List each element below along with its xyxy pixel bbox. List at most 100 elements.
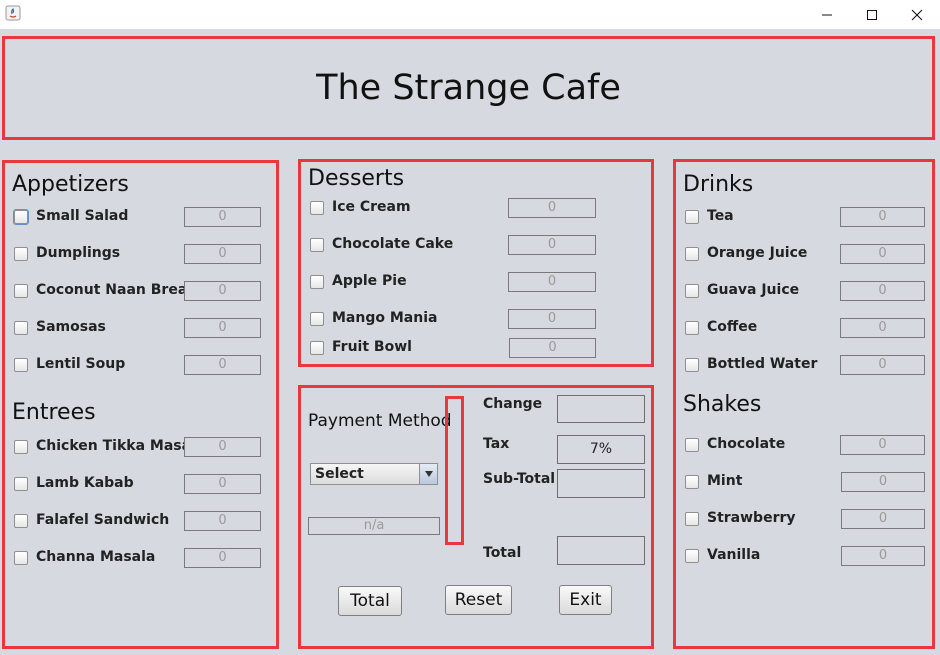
drink-row-bottled-water: Bottled Water 0 xyxy=(685,355,925,375)
apple-pie-qty[interactable]: 0 xyxy=(508,272,596,292)
tea-qty[interactable]: 0 xyxy=(840,207,925,227)
ice-cream-qty[interactable]: 0 xyxy=(508,198,596,218)
dumplings-qty[interactable]: 0 xyxy=(184,244,261,264)
window-titlebar xyxy=(0,0,940,29)
ice-cream-label: Ice Cream xyxy=(332,199,411,215)
appetizer-row-dumplings: Dumplings 0 xyxy=(14,244,262,264)
guava-juice-qty[interactable]: 0 xyxy=(840,281,925,301)
lentil-soup-qty[interactable]: 0 xyxy=(184,355,261,375)
chicken-tikka-qty[interactable]: 0 xyxy=(184,437,261,457)
change-field[interactable] xyxy=(557,395,645,423)
dropdown-arrow[interactable] xyxy=(419,464,437,484)
small-salad-checkbox[interactable] xyxy=(13,209,29,225)
coconut-naan-label: Coconut Naan Bread xyxy=(36,282,198,298)
mint-shake-label: Mint xyxy=(707,473,743,489)
dessert-row-apple-pie: Apple Pie 0 xyxy=(310,272,597,292)
lentil-soup-checkbox[interactable] xyxy=(14,358,28,372)
chocolate-cake-qty[interactable]: 0 xyxy=(508,235,596,255)
chicken-tikka-checkbox[interactable] xyxy=(14,440,28,454)
strawberry-shake-checkbox[interactable] xyxy=(685,512,699,526)
samosas-label: Samosas xyxy=(36,319,106,335)
guava-juice-checkbox[interactable] xyxy=(685,284,699,298)
appetizer-row-coconut-naan: Coconut Naan Bread 0 xyxy=(14,281,262,301)
chocolate-shake-qty[interactable]: 0 xyxy=(840,435,925,455)
chocolate-cake-label: Chocolate Cake xyxy=(332,236,454,252)
shakes-title: Shakes xyxy=(683,392,762,417)
appetizers-title: Appetizers xyxy=(12,172,129,197)
bottled-water-qty[interactable]: 0 xyxy=(840,355,925,375)
appetizer-row-samosas: Samosas 0 xyxy=(14,318,262,338)
tea-label: Tea xyxy=(707,208,734,224)
maximize-button[interactable] xyxy=(849,0,895,29)
small-salad-qty[interactable]: 0 xyxy=(184,207,261,227)
subtotal-field[interactable] xyxy=(557,469,645,498)
chevron-down-icon xyxy=(424,471,433,477)
lamb-kabab-checkbox[interactable] xyxy=(14,477,28,491)
orange-juice-checkbox[interactable] xyxy=(685,247,699,261)
dessert-row-chocolate-cake: Chocolate Cake 0 xyxy=(310,235,597,255)
tea-checkbox[interactable] xyxy=(685,210,699,224)
lamb-kabab-label: Lamb Kabab xyxy=(36,475,134,491)
reset-button[interactable]: Reset xyxy=(445,585,512,615)
dumplings-checkbox[interactable] xyxy=(14,247,28,261)
total-button[interactable]: Total xyxy=(338,586,402,616)
strawberry-shake-qty[interactable]: 0 xyxy=(841,509,925,529)
orange-juice-qty[interactable]: 0 xyxy=(840,244,925,264)
tax-label: Tax xyxy=(483,436,510,452)
apple-pie-checkbox[interactable] xyxy=(310,275,324,289)
coconut-naan-qty[interactable]: 0 xyxy=(184,281,261,301)
bottled-water-label: Bottled Water xyxy=(707,356,818,372)
falafel-checkbox[interactable] xyxy=(14,514,28,528)
drinks-title: Drinks xyxy=(683,172,754,197)
close-icon xyxy=(911,9,923,20)
close-button[interactable] xyxy=(894,0,940,29)
fruit-bowl-qty[interactable]: 0 xyxy=(509,338,596,358)
bottled-water-checkbox[interactable] xyxy=(685,358,699,372)
ice-cream-checkbox[interactable] xyxy=(310,201,324,215)
coconut-naan-checkbox[interactable] xyxy=(14,284,28,298)
minimize-icon xyxy=(822,14,832,15)
chicken-tikka-label: Chicken Tikka Masala xyxy=(36,438,206,454)
entree-row-channa-masala: Channa Masala 0 xyxy=(14,548,262,568)
shake-row-strawberry: Strawberry 0 xyxy=(685,509,925,529)
payment-method-field[interactable]: n/a xyxy=(308,517,440,535)
apple-pie-label: Apple Pie xyxy=(332,273,407,289)
java-app-icon xyxy=(5,5,21,21)
mango-mania-checkbox[interactable] xyxy=(310,312,324,326)
channa-masala-qty[interactable]: 0 xyxy=(184,548,261,568)
header-panel: The Strange Cafe xyxy=(2,36,935,140)
vanilla-shake-checkbox[interactable] xyxy=(685,549,699,563)
mango-mania-qty[interactable]: 0 xyxy=(508,309,596,329)
mint-shake-checkbox[interactable] xyxy=(685,475,699,489)
payment-method-label: Payment Method xyxy=(308,411,452,431)
total-field[interactable] xyxy=(557,536,645,565)
samosas-checkbox[interactable] xyxy=(14,321,28,335)
mint-shake-qty[interactable]: 0 xyxy=(841,472,925,492)
channa-masala-checkbox[interactable] xyxy=(14,551,28,565)
fruit-bowl-checkbox[interactable] xyxy=(310,341,324,355)
mango-mania-label: Mango Mania xyxy=(332,310,438,326)
entree-row-falafel: Falafel Sandwich 0 xyxy=(14,511,262,531)
payment-method-select[interactable]: Select xyxy=(310,463,438,485)
desserts-title: Desserts xyxy=(308,166,405,191)
lamb-kabab-qty[interactable]: 0 xyxy=(184,474,261,494)
dumplings-label: Dumplings xyxy=(36,245,121,261)
falafel-qty[interactable]: 0 xyxy=(184,511,261,531)
coffee-qty[interactable]: 0 xyxy=(840,318,925,338)
entree-row-chicken-tikka: Chicken Tikka Masala 0 xyxy=(14,437,262,457)
tax-field[interactable]: 7% xyxy=(557,435,645,464)
chocolate-shake-checkbox[interactable] xyxy=(685,438,699,452)
orange-juice-label: Orange Juice xyxy=(707,245,808,261)
lentil-soup-label: Lentil Soup xyxy=(36,356,126,372)
drink-row-orange-juice: Orange Juice 0 xyxy=(685,244,925,264)
coffee-checkbox[interactable] xyxy=(685,321,699,335)
chocolate-cake-checkbox[interactable] xyxy=(310,238,324,252)
samosas-qty[interactable]: 0 xyxy=(184,318,261,338)
exit-button[interactable]: Exit xyxy=(559,585,612,615)
channa-masala-label: Channa Masala xyxy=(36,549,156,565)
guava-juice-label: Guava Juice xyxy=(707,282,800,298)
entree-row-lamb-kabab: Lamb Kabab 0 xyxy=(14,474,262,494)
vanilla-shake-qty[interactable]: 0 xyxy=(841,546,925,566)
minimize-button[interactable] xyxy=(804,0,850,29)
drink-row-tea: Tea 0 xyxy=(685,207,925,227)
